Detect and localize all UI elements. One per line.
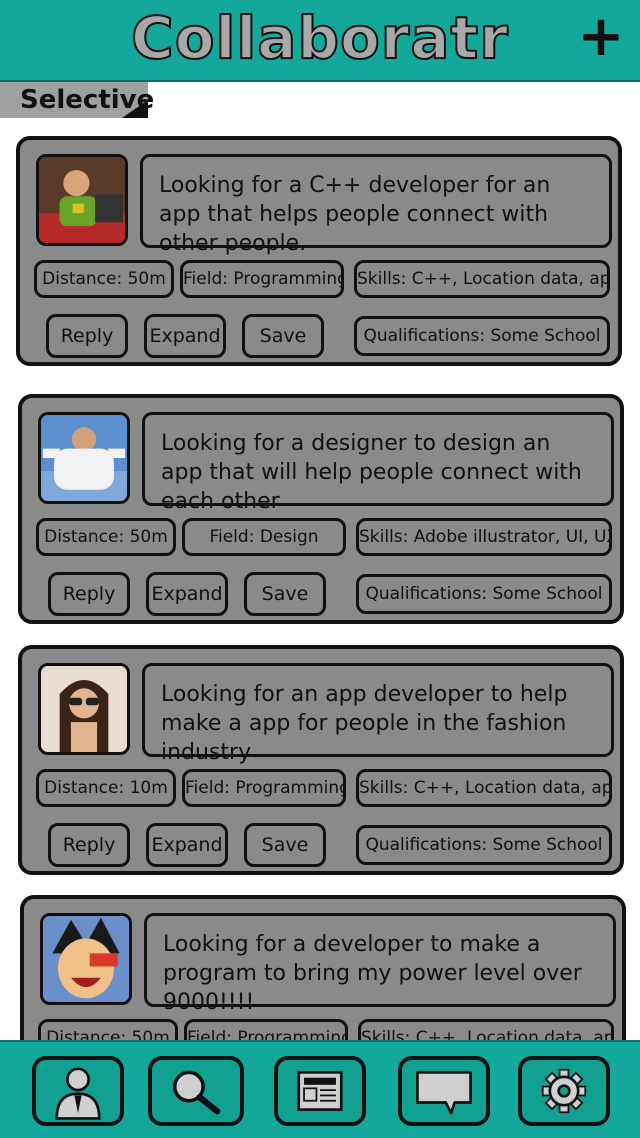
nav-profile-button[interactable]: [32, 1056, 124, 1126]
avatar-photo-icon: [39, 157, 125, 243]
post-feed: Looking for a C++ developer for an app t…: [0, 0, 640, 1136]
add-post-button[interactable]: +: [576, 9, 626, 65]
qualifications-tag: Qualifications: Some School: [356, 574, 612, 614]
search-icon: [172, 1070, 221, 1115]
avatar-photo-icon: [41, 415, 127, 501]
skills-tag: Skills: Adobe illustrator, UI, UX: [356, 518, 612, 556]
field-tag: Field: Programming: [182, 769, 346, 807]
nav-search-button[interactable]: [148, 1056, 244, 1126]
avatar-photo-icon: [43, 916, 129, 1002]
expand-button[interactable]: Expand: [146, 823, 228, 867]
app-title: Collaboratr: [130, 3, 509, 73]
nav-settings-button[interactable]: [518, 1056, 610, 1126]
distance-tag: Distance: 10m: [36, 769, 176, 807]
post-description: Looking for a developer to make a progra…: [144, 913, 616, 1015]
expand-button[interactable]: Expand: [144, 314, 226, 358]
save-button[interactable]: Save: [244, 572, 326, 616]
expand-button[interactable]: Expand: [146, 572, 228, 616]
profile-icon: [55, 1067, 101, 1120]
post-card: Looking for an app developer to help mak…: [18, 645, 624, 875]
reply-button[interactable]: Reply: [46, 314, 128, 358]
save-button[interactable]: Save: [242, 314, 324, 358]
avatar-photo-icon: [41, 666, 127, 752]
poster-avatar[interactable]: [36, 154, 128, 246]
nav-messages-button[interactable]: [398, 1056, 490, 1126]
app-header: Collaboratr +: [0, 0, 640, 82]
post-card: Looking for a C++ developer for an app t…: [16, 136, 622, 366]
post-description: Looking for a designer to design an app …: [142, 412, 614, 514]
bottom-nav: [0, 1040, 640, 1138]
post-card: Looking for a designer to design an app …: [18, 394, 624, 624]
save-button[interactable]: Save: [244, 823, 326, 867]
reply-button[interactable]: Reply: [48, 823, 130, 867]
skills-tag: Skills: C++, Location data, app: [356, 769, 612, 807]
reply-button[interactable]: Reply: [48, 572, 130, 616]
qualifications-tag: Qualifications: Some School: [354, 316, 610, 356]
poster-avatar[interactable]: [40, 913, 132, 1005]
poster-avatar[interactable]: [38, 663, 130, 755]
post-description: Looking for a C++ developer for an app t…: [140, 154, 612, 256]
post-description: Looking for an app developer to help mak…: [142, 663, 614, 765]
field-tag: Field: Programming: [180, 260, 344, 298]
nav-feed-button[interactable]: [274, 1056, 366, 1126]
distance-tag: Distance: 50m: [36, 518, 176, 556]
field-tag: Field: Design: [182, 518, 346, 556]
skills-tag: Skills: C++, Location data, app: [354, 260, 610, 298]
qualifications-tag: Qualifications: Some School: [356, 825, 612, 865]
poster-avatar[interactable]: [38, 412, 130, 504]
gear-icon: [541, 1068, 587, 1114]
filter-tab-selective[interactable]: Selective: [0, 82, 154, 118]
distance-tag: Distance: 50m: [34, 260, 174, 298]
chat-icon: [416, 1071, 472, 1115]
newspaper-icon: [297, 1071, 343, 1111]
